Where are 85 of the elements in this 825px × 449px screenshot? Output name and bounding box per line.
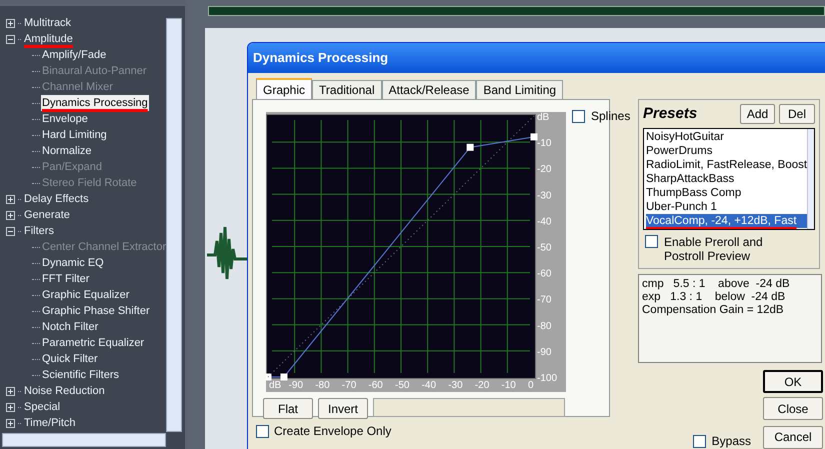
x-tick-label: -70 bbox=[342, 380, 356, 391]
tree-group-label[interactable]: Amplitude bbox=[24, 30, 73, 48]
x-tick-label: -40 bbox=[422, 380, 436, 391]
expand-icon[interactable] bbox=[6, 210, 15, 220]
splines-checkbox[interactable] bbox=[572, 110, 585, 122]
expand-icon[interactable] bbox=[6, 18, 15, 28]
y-tick-label: -80 bbox=[537, 320, 552, 332]
tree-item[interactable]: Envelope bbox=[41, 110, 89, 128]
expand-icon[interactable] bbox=[6, 402, 15, 412]
expand-icon[interactable] bbox=[6, 194, 15, 204]
horizontal-scrollbar[interactable] bbox=[2, 433, 166, 447]
checkbox-label: Splines bbox=[591, 108, 630, 125]
x-tick-label: 0 bbox=[528, 380, 534, 391]
list-scrollbar[interactable] bbox=[807, 128, 814, 228]
tree-item[interactable]: FFT Filter bbox=[41, 270, 90, 288]
preset-item[interactable]: SharpAttackBass bbox=[646, 172, 808, 186]
y-tick-label: -30 bbox=[537, 190, 552, 202]
tab[interactable]: Band Limiting bbox=[476, 80, 564, 99]
x-tick-label: -60 bbox=[368, 380, 383, 391]
x-tick-label: -50 bbox=[395, 380, 410, 391]
tab[interactable]: Graphic bbox=[256, 78, 312, 99]
presets-title: Presets bbox=[643, 104, 698, 124]
expand-icon[interactable] bbox=[6, 418, 15, 428]
y-tick-label: -50 bbox=[537, 242, 552, 254]
x-tick-label: dB bbox=[269, 380, 282, 391]
collapse-icon[interactable] bbox=[6, 226, 15, 236]
x-tick-label: -80 bbox=[315, 380, 330, 391]
tree-item[interactable]: Normalize bbox=[41, 142, 93, 160]
flat-button[interactable]: Flat bbox=[263, 398, 313, 419]
cancel-button[interactable]: Cancel bbox=[763, 426, 823, 448]
close-button[interactable]: Close bbox=[763, 397, 823, 420]
tree-item[interactable]: Parametric Equalizer bbox=[41, 334, 146, 352]
info-line: exp 1.3 : 1 below -24 dB bbox=[642, 291, 786, 304]
tree-group-label[interactable]: Special bbox=[24, 398, 60, 416]
tree-item[interactable]: Dynamics Processing bbox=[41, 94, 149, 112]
y-tick-label: -100 bbox=[537, 373, 558, 384]
y-tick-label: -70 bbox=[537, 294, 552, 306]
create-envelope-checkbox[interactable] bbox=[256, 424, 269, 438]
bypass-checkbox[interactable] bbox=[692, 434, 706, 448]
preset-item[interactable]: PowerDrums bbox=[646, 144, 808, 158]
checkbox-label: Enable Preroll and Postroll Preview bbox=[664, 234, 764, 262]
tree-group-label[interactable]: Multitrack bbox=[24, 14, 72, 32]
tree-item[interactable]: Graphic Equalizer bbox=[41, 286, 130, 304]
preroll-checkbox[interactable] bbox=[645, 234, 658, 248]
tab[interactable]: Attack/Release bbox=[382, 80, 476, 99]
y-tick-label: -90 bbox=[537, 346, 552, 358]
y-tick-label: -60 bbox=[537, 268, 552, 280]
tree-item[interactable]: Quick Filter bbox=[41, 350, 99, 368]
tree-item[interactable]: Scientific Filters bbox=[41, 366, 120, 384]
tree-item[interactable]: Dynamic EQ bbox=[41, 254, 105, 272]
invert-button[interactable]: Invert bbox=[318, 398, 368, 419]
y-tick-label: -10 bbox=[537, 138, 552, 150]
preset-item[interactable]: RadioLimit, FastRelease, Boost bbox=[646, 158, 808, 172]
tab[interactable]: Traditional bbox=[312, 80, 382, 99]
expand-icon[interactable] bbox=[6, 386, 15, 396]
tree-group-label[interactable]: Generate bbox=[24, 206, 70, 224]
preset-item[interactable]: NoisyHotGuitar bbox=[646, 130, 808, 144]
add-button[interactable]: Add bbox=[740, 104, 775, 124]
x-tick-label: -30 bbox=[448, 380, 463, 391]
info-line: Compensation Gain = 12dB bbox=[642, 304, 785, 317]
y-tick-label: dB bbox=[537, 112, 550, 123]
x-tick-label: -10 bbox=[501, 380, 516, 391]
tree-group-label[interactable]: Noise Reduction bbox=[24, 382, 105, 400]
ok-button[interactable]: OK bbox=[763, 370, 823, 393]
vertical-scrollbar[interactable] bbox=[166, 18, 182, 432]
tree-item[interactable]: Notch Filter bbox=[41, 318, 100, 336]
delete-button[interactable]: Del bbox=[779, 104, 815, 124]
info-line: cmp 5.5 : 1 above -24 dB bbox=[642, 278, 791, 291]
checkbox-label: Create Envelope Only bbox=[274, 423, 392, 440]
preset-item[interactable]: Uber-Punch 1 bbox=[646, 200, 808, 214]
collapse-icon[interactable] bbox=[6, 34, 15, 44]
tree-group-label[interactable]: Filters bbox=[24, 222, 54, 240]
checkbox-label: Bypass bbox=[712, 433, 751, 449]
y-tick-label: -40 bbox=[537, 216, 552, 228]
tree-item[interactable]: Amplify/Fade bbox=[41, 46, 108, 64]
y-tick-label: -20 bbox=[537, 164, 552, 176]
x-tick-label: -20 bbox=[474, 380, 490, 391]
tree-item[interactable]: Graphic Phase Shifter bbox=[41, 302, 151, 320]
preset-item[interactable]: VocalComp, -24, +12dB, Fast bbox=[646, 214, 808, 228]
x-tick-label: -90 bbox=[288, 380, 304, 391]
preset-item[interactable]: ThumpBass Comp bbox=[646, 186, 808, 200]
tree-group-label[interactable]: Delay Effects bbox=[24, 190, 89, 208]
tree-item[interactable]: Hard Limiting bbox=[41, 126, 108, 144]
window-title: Dynamics Processing bbox=[253, 49, 388, 68]
tree-group-label[interactable]: Time/Pitch bbox=[24, 414, 76, 432]
